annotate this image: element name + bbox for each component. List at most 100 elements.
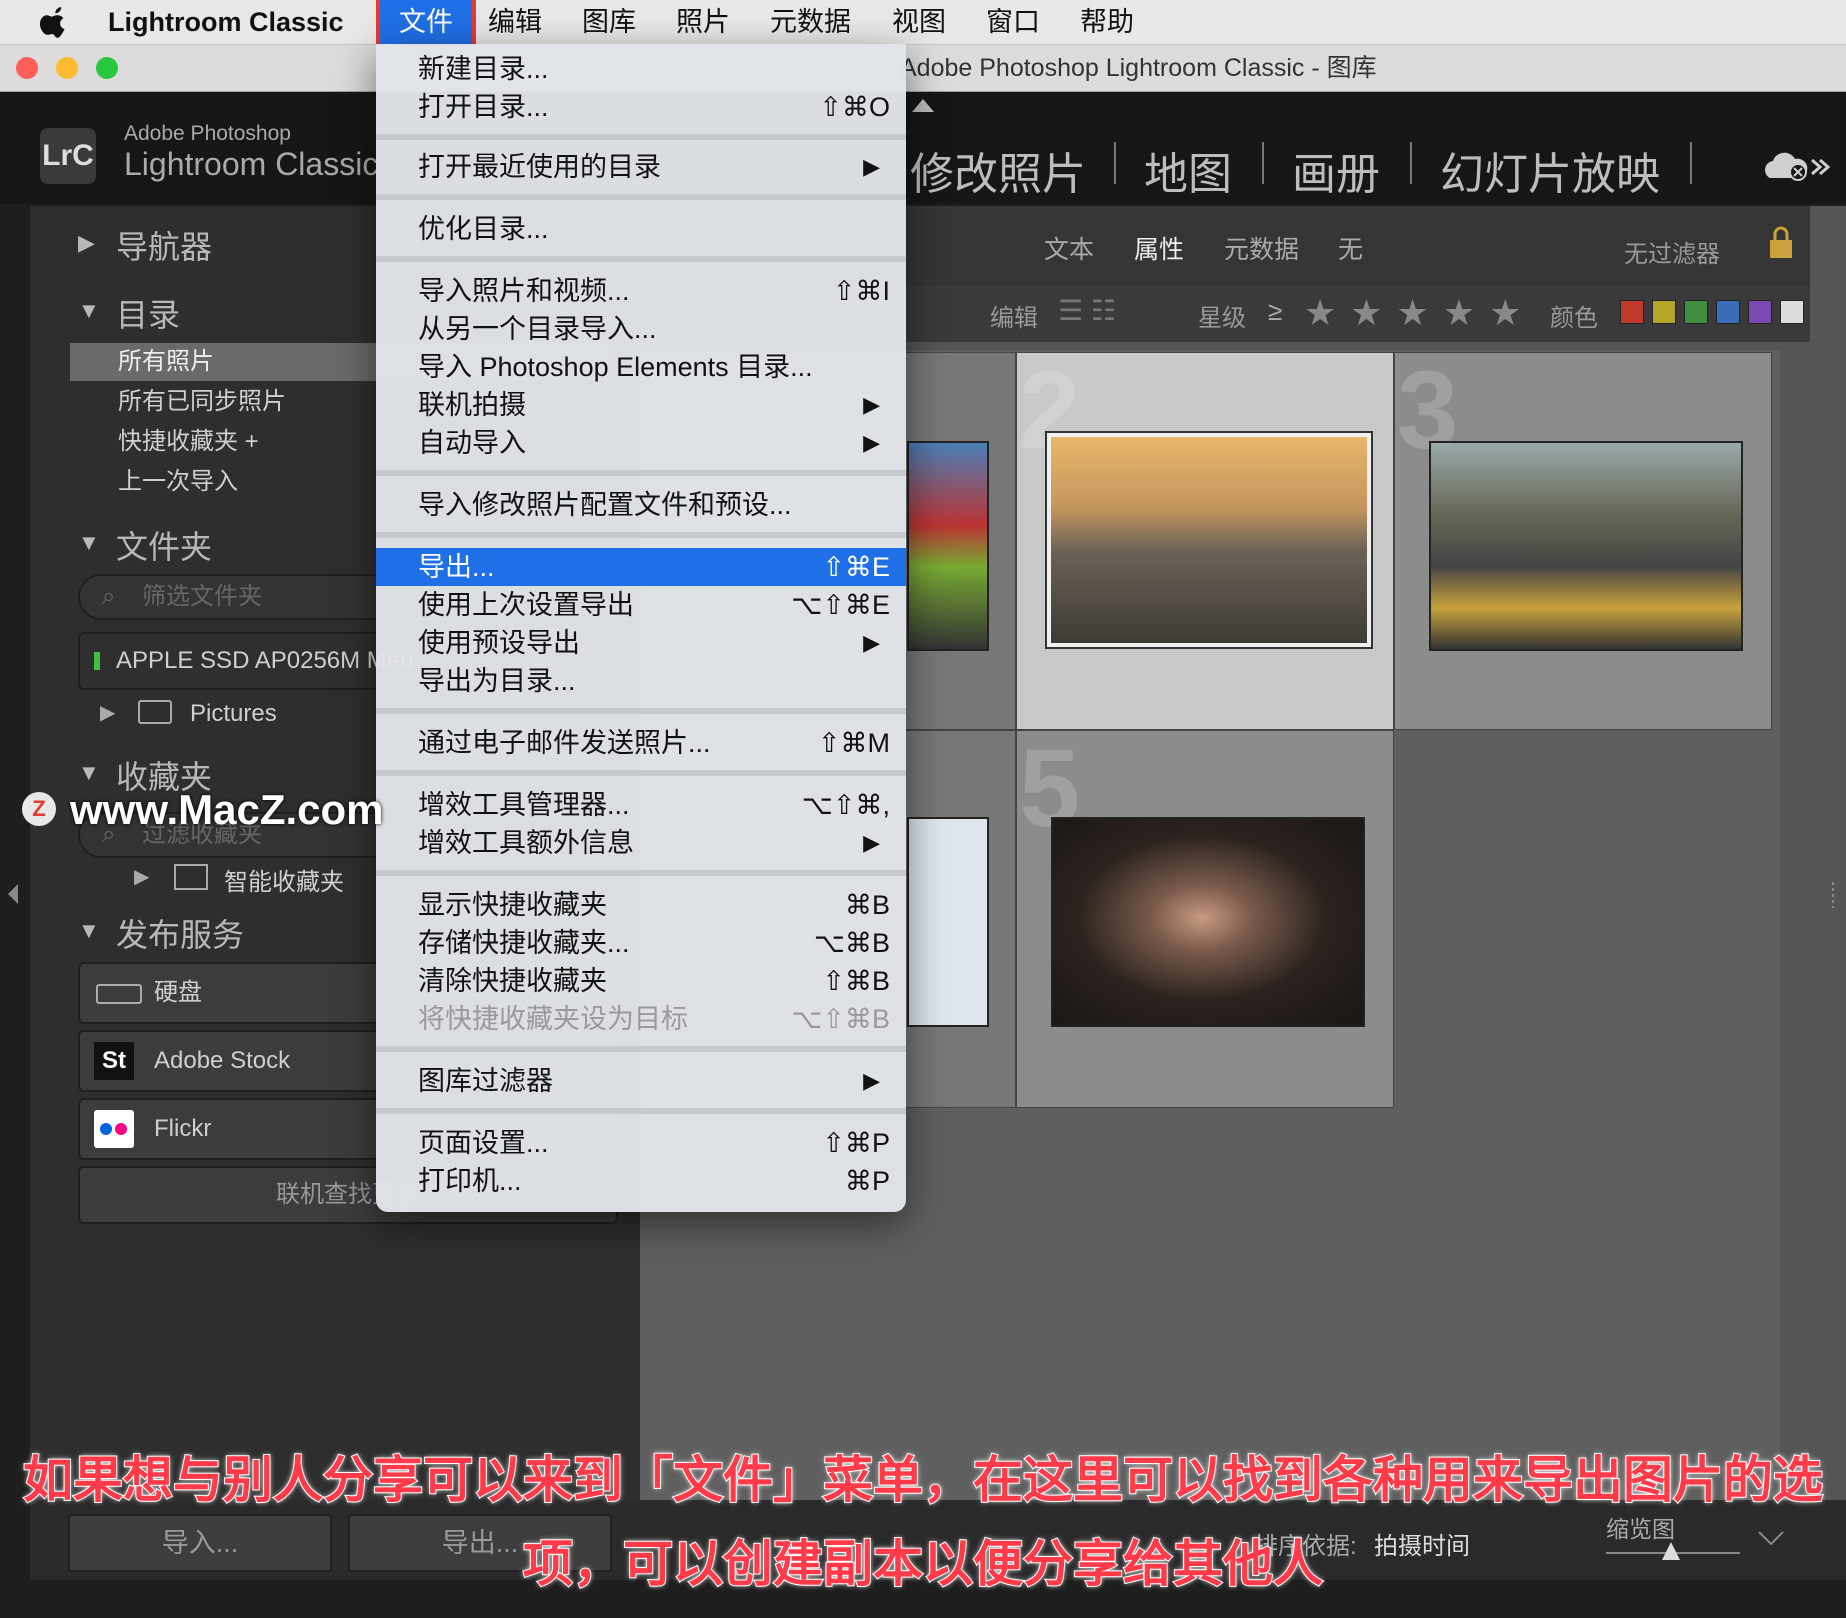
module-map[interactable]: 地图: [1144, 138, 1232, 202]
thumbnail-photo[interactable]: [1429, 441, 1743, 651]
menu-window[interactable]: 窗口: [986, 0, 1040, 44]
menu-separator: [376, 870, 906, 876]
filter-preset-select[interactable]: 无过滤器: [1624, 234, 1720, 269]
folders-header[interactable]: 文件夹: [116, 522, 212, 568]
menu-metadata[interactable]: 元数据: [770, 0, 851, 44]
module-separator: [1690, 142, 1692, 184]
navigator-header[interactable]: 导航器: [116, 222, 212, 268]
submenu-arrow-icon: ▶: [863, 630, 880, 655]
smart-collection-icon: [174, 864, 208, 890]
right-panel-handle-icon[interactable]: [1826, 880, 1840, 910]
hard-drive-label: 硬盘: [154, 979, 202, 1006]
thumbnail-photo[interactable]: [907, 817, 989, 1027]
menu-edit[interactable]: 编辑: [488, 0, 542, 44]
shortcut: ⇧⌘M: [817, 728, 890, 758]
folder-expand-icon[interactable]: ▶: [100, 700, 115, 725]
collections-collapse-icon[interactable]: ▼: [78, 760, 100, 786]
menu-item-clear-quick-collection[interactable]: 清除快捷收藏夹 ⇧⌘B: [376, 962, 906, 1000]
menu-view[interactable]: 视图: [892, 0, 946, 44]
thumbnail-photo[interactable]: [1051, 817, 1365, 1027]
folders-collapse-icon[interactable]: ▼: [78, 530, 100, 556]
menu-item-page-setup[interactable]: 页面设置... ⇧⌘P: [376, 1124, 906, 1162]
menu-photo[interactable]: 照片: [676, 0, 730, 44]
menu-item-printer[interactable]: 打印机... ⌘P: [376, 1162, 906, 1200]
menu-item-export[interactable]: 导出... ⇧⌘E: [376, 548, 906, 586]
menu-item-save-quick-collection[interactable]: 存储快捷收藏夹... ⌥⌘B: [376, 924, 906, 962]
shortcut: ⌥⌘B: [813, 928, 890, 958]
navigator-expand-icon[interactable]: ▶: [78, 230, 95, 256]
app-menu[interactable]: Lightroom Classic: [108, 0, 344, 44]
cloud-sync-icon[interactable]: [1762, 148, 1834, 184]
grid-cell[interactable]: 3: [1394, 349, 1772, 730]
smart-collections-expand-icon[interactable]: ▶: [134, 864, 149, 889]
menu-item-email-photos[interactable]: 通过电子邮件发送照片... ⇧⌘M: [376, 724, 906, 762]
menu-item-new-catalog[interactable]: 新建目录...: [376, 50, 906, 88]
grid-cell[interactable]: 5: [1016, 727, 1394, 1108]
menu-separator: [376, 770, 906, 776]
menu-item-export-preset[interactable]: 使用预设导出 ▶: [376, 624, 906, 662]
catalog-header[interactable]: 目录: [116, 290, 180, 336]
publish-collapse-icon[interactable]: ▼: [78, 918, 100, 944]
menu-item-import-from-catalog[interactable]: 从另一个目录导入...: [376, 310, 906, 348]
module-book[interactable]: 画册: [1292, 138, 1380, 202]
menu-item-library-filters[interactable]: 图库过滤器 ▶: [376, 1062, 906, 1100]
module-slideshow[interactable]: 幻灯片放映: [1440, 138, 1660, 202]
smart-collections[interactable]: 智能收藏夹: [224, 862, 344, 897]
rating-stars[interactable]: ★ ★ ★ ★ ★: [1304, 292, 1523, 334]
menu-item-plugin-manager[interactable]: 增效工具管理器... ⌥⇧⌘,: [376, 786, 906, 824]
menu-item-optimize-catalog[interactable]: 优化目录...: [376, 210, 906, 248]
shortcut: ⇧⌘O: [819, 92, 890, 122]
color-filter-yellow[interactable]: [1652, 300, 1676, 324]
menu-item-open-catalog[interactable]: 打开目录... ⇧⌘O: [376, 88, 906, 126]
thumbnail-photo[interactable]: [907, 441, 989, 651]
menu-item-import-profiles[interactable]: 导入修改照片配置文件和预设...: [376, 486, 906, 524]
zoom-window-button[interactable]: [96, 57, 118, 79]
minimize-window-button[interactable]: [56, 57, 78, 79]
apple-icon[interactable]: [40, 6, 70, 38]
color-filter-green[interactable]: [1684, 300, 1708, 324]
menu-item-plugin-extras[interactable]: 增效工具额外信息 ▶: [376, 824, 906, 862]
color-filter-blue[interactable]: [1716, 300, 1740, 324]
menu-separator: [376, 1046, 906, 1052]
menu-item-import-pse[interactable]: 导入 Photoshop Elements 目录...: [376, 348, 906, 386]
rating-operator[interactable]: ≥: [1268, 296, 1282, 327]
shortcut: ⇧⌘P: [822, 1128, 890, 1158]
filter-none[interactable]: 无: [1338, 230, 1363, 266]
hard-drive-icon: [96, 984, 142, 1004]
publish-header[interactable]: 发布服务: [116, 910, 244, 956]
folder-icon: [138, 700, 172, 724]
filter-attribute[interactable]: 属性: [1134, 230, 1184, 266]
menu-file[interactable]: 文件: [380, 0, 472, 44]
filter-text[interactable]: 文本: [1044, 230, 1094, 266]
close-window-button[interactable]: [16, 57, 38, 79]
color-filter-red[interactable]: [1620, 300, 1644, 324]
lock-icon[interactable]: [1766, 224, 1796, 262]
menu-item-tethered[interactable]: 联机拍摄 ▶: [376, 386, 906, 424]
menu-item-open-recent[interactable]: 打开最近使用的目录 ▶: [376, 148, 906, 186]
catalog-collapse-icon[interactable]: ▼: [78, 298, 100, 324]
shortcut: ⌘P: [844, 1166, 890, 1196]
menu-library[interactable]: 图库: [582, 0, 636, 44]
color-filter-none[interactable]: [1780, 300, 1804, 324]
menu-item-export-catalog[interactable]: 导出为目录...: [376, 662, 906, 700]
filter-metadata[interactable]: 元数据: [1224, 230, 1299, 266]
thumbnail-photo[interactable]: [1045, 431, 1373, 649]
folder-pictures[interactable]: Pictures: [190, 700, 277, 728]
grid-cell-selected[interactable]: 2: [1016, 349, 1394, 730]
menu-item-auto-import[interactable]: 自动导入 ▶: [376, 424, 906, 462]
color-filter-purple[interactable]: [1748, 300, 1772, 324]
watermark-logo: Z: [22, 792, 56, 826]
collapse-top-panel-icon[interactable]: [910, 96, 936, 114]
module-develop[interactable]: 修改照片: [910, 138, 1086, 202]
module-separator: [1262, 142, 1264, 184]
menu-help[interactable]: 帮助: [1080, 0, 1134, 44]
edit-filter-icon[interactable]: ☰ ☷: [1058, 294, 1116, 327]
menu-item-import-photos[interactable]: 导入照片和视频... ⇧⌘I: [376, 272, 906, 310]
menu-item-export-previous[interactable]: 使用上次设置导出 ⌥⇧⌘E: [376, 586, 906, 624]
search-icon: ⌕: [102, 583, 116, 610]
menu-separator: [376, 470, 906, 476]
shortcut: ⌥⇧⌘,: [801, 790, 890, 820]
collapse-left-panel-icon[interactable]: [6, 882, 20, 906]
menu-item-show-quick-collection[interactable]: 显示快捷收藏夹 ⌘B: [376, 886, 906, 924]
drive-status-icon: [94, 652, 100, 670]
